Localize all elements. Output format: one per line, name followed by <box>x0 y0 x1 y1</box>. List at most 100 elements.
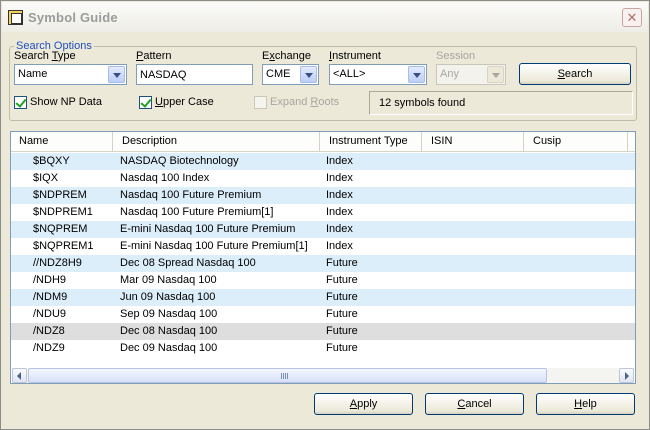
cell-type: Index <box>326 240 353 252</box>
cell-name: /NDZ9 <box>33 342 65 354</box>
session-label: Session <box>436 50 476 62</box>
cell-name: $NDPREM <box>33 189 87 201</box>
show-np-data-label[interactable]: Show NP Data <box>30 96 102 108</box>
search-button-mnemonic: S <box>557 68 565 80</box>
search-type-label-post: ype <box>57 50 76 62</box>
table-row[interactable]: //NDZ8H9 Dec 08 Spread Nasdaq 100 Future <box>11 255 635 272</box>
table-row[interactable]: $BQXY NASDAQ Biotechnology Index <box>11 153 635 170</box>
results-table: Name Description Instrument Type ISIN Cu… <box>10 131 636 384</box>
column-header-isin[interactable]: ISIN <box>423 132 524 151</box>
title-bar[interactable]: Symbol Guide ✕ <box>2 2 648 32</box>
cell-description: Dec 09 Nasdaq 100 <box>120 342 218 354</box>
cell-description: E-mini Nasdaq 100 Future Premium <box>120 223 296 235</box>
status-text: 12 symbols found <box>369 91 633 115</box>
symbol-guide-window: Symbol Guide ✕ Search Options Search Typ… <box>0 0 650 430</box>
column-header-name[interactable]: Name <box>11 132 113 151</box>
search-button-post: earch <box>564 68 593 80</box>
table-row[interactable]: /NDZ9 Dec 09 Nasdaq 100 Future <box>11 340 635 357</box>
session-select: Any <box>436 64 506 85</box>
cell-type: Future <box>326 342 358 354</box>
exchange-label: Exchange <box>262 50 311 62</box>
scroll-left-icon[interactable] <box>12 368 27 383</box>
table-row[interactable]: $NQPREM1 E-mini Nasdaq 100 Future Premiu… <box>11 238 635 255</box>
table-row[interactable]: $IQX Nasdaq 100 Index Index <box>11 170 635 187</box>
cell-description: Dec 08 Nasdaq 100 <box>120 325 218 337</box>
cell-name: $IQX <box>33 172 59 184</box>
chevron-down-icon[interactable] <box>300 66 317 83</box>
expand-roots-label-post: oots <box>318 96 340 108</box>
table-row[interactable]: $NDPREM Nasdaq 100 Future Premium Index <box>11 187 635 204</box>
apply-button-post: pply <box>357 398 378 410</box>
scrollbar-thumb[interactable] <box>28 368 547 383</box>
pattern-input[interactable] <box>137 65 252 84</box>
instrument-value: <ALL> <box>333 68 366 80</box>
upper-case-label-post: pper Case <box>162 96 214 108</box>
table-row[interactable]: $NQPREM E-mini Nasdaq 100 Future Premium… <box>11 221 635 238</box>
close-button[interactable]: ✕ <box>622 8 642 27</box>
pattern-input-wrapper <box>136 64 253 85</box>
column-header-instrument-type[interactable]: Instrument Type <box>321 132 422 151</box>
cell-description: Nasdaq 100 Index <box>120 172 210 184</box>
cell-type: Index <box>326 172 353 184</box>
search-type-select[interactable]: Name <box>14 64 127 85</box>
pattern-label: Pattern <box>136 50 171 62</box>
cell-name: /NDZ8 <box>33 325 65 337</box>
search-type-label-pre: Search <box>14 50 52 62</box>
instrument-label: Instrument <box>329 50 381 62</box>
close-icon: ✕ <box>626 10 638 25</box>
table-row[interactable]: /NDU9 Sep 09 Nasdaq 100 Future <box>11 306 635 323</box>
chevron-down-icon[interactable] <box>408 66 425 83</box>
column-header-description[interactable]: Description <box>114 132 320 151</box>
horizontal-scrollbar[interactable] <box>12 368 634 383</box>
scroll-right-icon[interactable] <box>619 368 634 383</box>
cell-description: Mar 09 Nasdaq 100 <box>120 274 217 286</box>
exchange-label-post: change <box>274 50 311 62</box>
upper-case-label-mnemonic: U <box>155 96 163 108</box>
symbol-guide-icon <box>8 10 23 25</box>
pattern-label-post: attern <box>143 50 172 62</box>
table-row[interactable]: /NDM9 Jun 09 Nasdaq 100 Future <box>11 289 635 306</box>
cell-type: Future <box>326 308 358 320</box>
cell-name: $NQPREM1 <box>33 240 94 252</box>
show-np-data-checkbox[interactable] <box>14 96 27 109</box>
cell-name: /NDU9 <box>33 308 67 320</box>
grip-icon <box>281 373 289 379</box>
cell-description: E-mini Nasdaq 100 Future Premium[1] <box>120 240 308 252</box>
table-row[interactable]: /NDH9 Mar 09 Nasdaq 100 Future <box>11 272 635 289</box>
table-row-selected[interactable]: /NDZ8 Dec 08 Nasdaq 100 Future <box>11 323 635 340</box>
table-header: Name Description Instrument Type ISIN Cu… <box>11 132 635 152</box>
cell-type: Index <box>326 155 353 167</box>
chevron-down-icon[interactable] <box>108 66 125 83</box>
cell-description: Jun 09 Nasdaq 100 <box>120 291 216 303</box>
table-row[interactable]: $NDPREM1 Nasdaq 100 Future Premium[1] In… <box>11 204 635 221</box>
apply-button[interactable]: Apply <box>314 393 413 415</box>
help-button[interactable]: Help <box>536 393 635 415</box>
cell-type: Future <box>326 325 358 337</box>
cell-name: $NQPREM <box>33 223 88 235</box>
session-value: Any <box>440 68 459 80</box>
cancel-button[interactable]: Cancel <box>425 393 524 415</box>
help-button-post: elp <box>582 398 597 410</box>
cell-type: Index <box>326 223 353 235</box>
cell-type: Future <box>326 257 358 269</box>
cell-name: /NDH9 <box>33 274 67 286</box>
exchange-select[interactable]: CME <box>262 64 319 85</box>
cell-description: Sep 09 Nasdaq 100 <box>120 308 218 320</box>
chevron-down-icon <box>487 66 504 83</box>
instrument-select[interactable]: <ALL> <box>329 64 427 85</box>
instrument-label-post: nstrument <box>332 50 381 62</box>
cell-description: Dec 08 Spread Nasdaq 100 <box>120 257 256 269</box>
search-button[interactable]: Search <box>519 63 631 85</box>
search-type-label: Search Type <box>14 50 76 62</box>
cell-description: Nasdaq 100 Future Premium[1] <box>120 206 274 218</box>
cell-name: $BQXY <box>33 155 70 167</box>
table-body: $BQXY NASDAQ Biotechnology Index $IQX Na… <box>11 153 635 357</box>
upper-case-label[interactable]: Upper Case <box>155 96 214 108</box>
expand-roots-label-pre: Expand <box>270 96 311 108</box>
cancel-button-post: ancel <box>465 398 492 410</box>
column-header-cusip[interactable]: Cusip <box>525 132 628 151</box>
upper-case-checkbox[interactable] <box>139 96 152 109</box>
cell-name: $NDPREM1 <box>33 206 93 218</box>
cell-type: Index <box>326 189 353 201</box>
apply-button-mnemonic: A <box>349 398 358 410</box>
